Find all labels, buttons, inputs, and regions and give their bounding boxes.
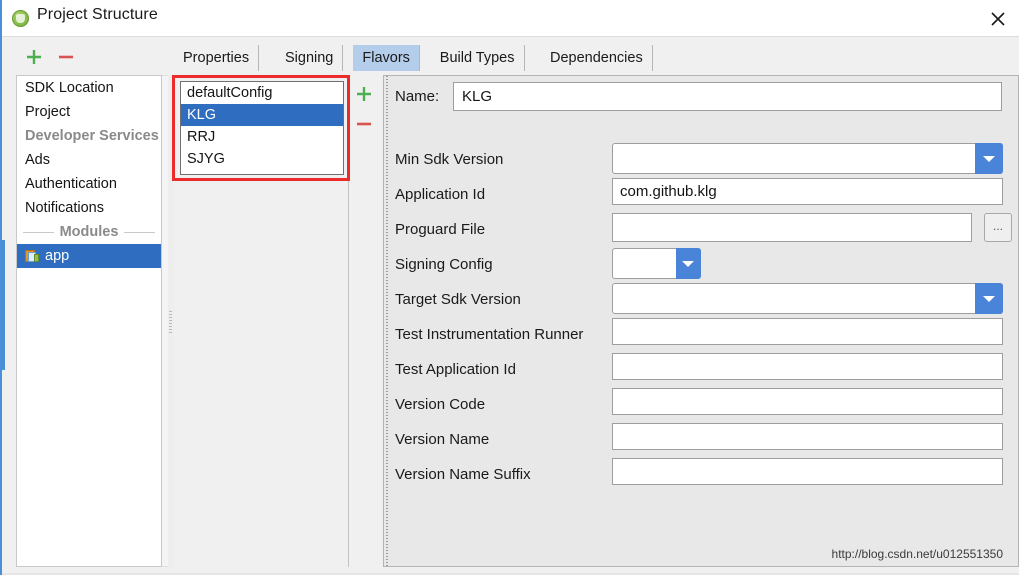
sidebar-separator-modules: Modules — [17, 220, 161, 244]
sidebar-item-label: app — [45, 248, 70, 264]
tab-build-types[interactable]: Build Types — [430, 45, 525, 71]
sidebar-item-app[interactable]: app — [17, 244, 161, 268]
sidebar-item-authentication[interactable]: Authentication — [17, 172, 161, 196]
page-title: Project Structure — [37, 6, 158, 23]
field-label: Min Sdk Version — [395, 151, 504, 168]
chevron-down-icon[interactable] — [975, 283, 1003, 314]
flavor-list: defaultConfig KLG RRJ SJYG — [180, 81, 344, 175]
field-row: Application Id — [395, 178, 1009, 213]
test-instrumentation-runner-input[interactable] — [612, 318, 1003, 345]
flavor-list-item[interactable]: KLG — [181, 104, 343, 126]
flavor-fields-form: Min Sdk Version Application Id Proguard Fi… — [395, 143, 1012, 493]
target-sdk-version-dropdown[interactable] — [612, 283, 1003, 314]
field-label: Version Name — [395, 431, 490, 448]
field-label: Proguard File — [395, 221, 486, 238]
field-row: Version Code — [395, 388, 1009, 423]
add-module-button[interactable] — [24, 47, 44, 67]
application-id-input[interactable] — [612, 178, 1003, 205]
field-row: Min Sdk Version — [395, 143, 1009, 178]
field-row: Version Name Suffix — [395, 458, 1009, 493]
field-label: Test Application Id — [395, 361, 516, 378]
proguard-file-field-group: ... — [612, 213, 1012, 242]
field-row: Proguard File... — [395, 213, 1012, 248]
splitter-grip-icon — [169, 311, 172, 333]
sidebar-item-ads[interactable]: Ads — [17, 148, 161, 172]
name-input[interactable] — [453, 82, 1002, 111]
tab-properties[interactable]: Properties — [174, 45, 260, 71]
remove-module-button[interactable] — [56, 47, 76, 67]
sidebar-separator-label: Modules — [53, 224, 125, 240]
title-bar: Project Structure — [2, 0, 1019, 37]
sidebar-item-project[interactable]: Project — [17, 100, 161, 124]
tab-flavors[interactable]: Flavors — [353, 45, 420, 71]
flavor-list-item[interactable]: SJYG — [181, 148, 343, 170]
watermark-text: http://blog.csdn.net/u012551350 — [831, 547, 1003, 561]
proguard-file-input[interactable] — [612, 213, 972, 242]
field-label: Test Instrumentation Runner — [395, 326, 584, 343]
field-label: Signing Config — [395, 256, 493, 273]
signing-config-dropdown[interactable] — [612, 248, 701, 279]
tab-signing[interactable]: Signing — [276, 45, 344, 71]
android-module-icon — [25, 249, 40, 263]
browse-ellipsis-button[interactable]: ... — [984, 213, 1012, 242]
window-edge-accent — [2, 240, 5, 370]
flavor-list-item[interactable]: RRJ — [181, 126, 343, 148]
version-name-suffix-input[interactable] — [612, 458, 1003, 485]
remove-flavor-button[interactable] — [354, 114, 374, 134]
sidebar-item-notifications[interactable]: Notifications — [17, 196, 161, 220]
flavor-list-item[interactable]: defaultConfig — [181, 82, 343, 104]
field-label: Target Sdk Version — [395, 291, 521, 308]
test-application-id-input[interactable] — [612, 353, 1003, 380]
field-row: Version Name — [395, 423, 1009, 458]
sidebar-item-developer-services: Developer Services — [25, 128, 159, 144]
tab-dependencies[interactable]: Dependencies — [541, 45, 653, 71]
field-row: Target Sdk Version — [395, 283, 1009, 318]
tab-bar: Properties Signing Flavors Build Types Depen… — [172, 37, 1019, 75]
chevron-down-icon[interactable] — [676, 248, 701, 279]
field-row: Test Application Id — [395, 353, 1009, 388]
field-label: Version Code — [395, 396, 486, 413]
add-flavor-button[interactable] — [354, 84, 374, 104]
field-label: Version Name Suffix — [395, 466, 531, 483]
close-icon[interactable] — [975, 0, 1019, 36]
version-name-input[interactable] — [612, 423, 1003, 450]
sidebar-item-sdk-location[interactable]: SDK Location — [17, 76, 161, 100]
field-label: Application Id — [395, 186, 486, 203]
sidebar-tree: SDK Location Project Developer Services Ads… — [16, 75, 162, 567]
project-structure-dialog: Project Structure Properties Signing Flavo… — [0, 0, 1019, 575]
min-sdk-version-dropdown[interactable] — [612, 143, 1003, 174]
sidebar-toolbar — [2, 37, 172, 75]
name-label: Name: — [395, 88, 440, 105]
chevron-down-icon[interactable] — [975, 143, 1003, 174]
detail-splitter-grip-icon[interactable] — [384, 76, 390, 566]
field-row: Signing Config — [395, 248, 1009, 283]
android-studio-icon — [12, 10, 29, 27]
version-code-input[interactable] — [612, 388, 1003, 415]
field-row: Test Instrumentation Runner — [395, 318, 1009, 353]
